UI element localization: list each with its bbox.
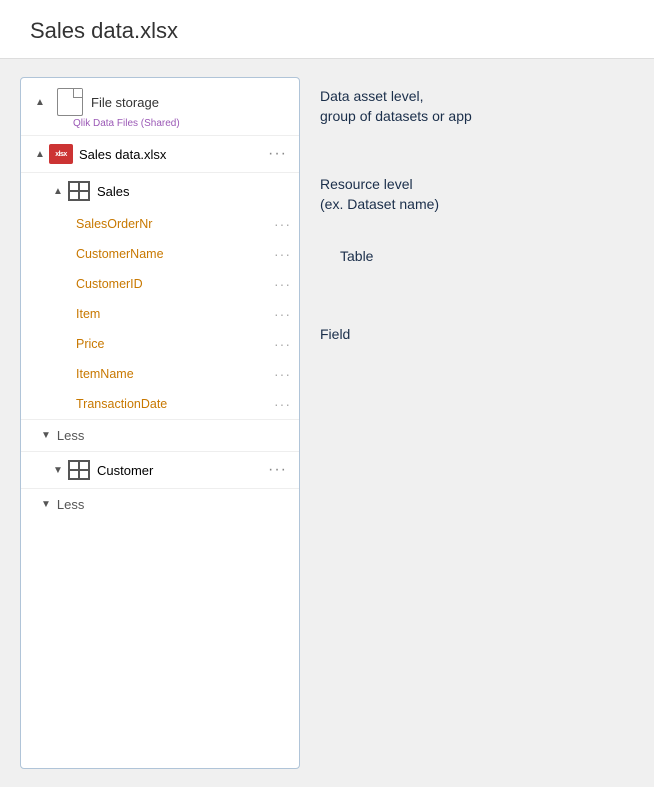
field-salesordernr: SalesOrderNr	[76, 217, 274, 231]
customer-table-label: Customer	[97, 463, 264, 478]
page-title: Sales data.xlsx	[30, 18, 624, 44]
field-row: ItemName ···	[21, 359, 299, 389]
sales-table-row[interactable]: ▲ Sales	[21, 173, 299, 209]
resource-chevron[interactable]: ▲	[31, 149, 49, 160]
resource-label: Sales data.xlsx	[79, 147, 264, 162]
annotations-area: Data asset level, group of datasets or a…	[310, 77, 634, 769]
resource-row[interactable]: ▲ xlsx Sales data.xlsx ···	[21, 136, 299, 172]
xlsx-icon: xlsx	[49, 142, 73, 166]
customer-table-icon	[67, 458, 91, 482]
field-transactiondate: TransactionDate	[76, 397, 274, 411]
main-content: ▲ File storage Qlik Data Files (Shared) …	[0, 59, 654, 787]
field-row: CustomerName ···	[21, 239, 299, 269]
file-storage-row[interactable]: ▲ File storage	[21, 78, 299, 118]
less1-label: Less	[57, 428, 84, 443]
file-storage-sublabel: Qlik Data Files (Shared)	[21, 118, 299, 135]
file-icon	[57, 88, 83, 116]
customer-table-row[interactable]: ▼ Customer ···	[21, 452, 299, 488]
sales-table-section: ▲ Sales SalesOrderNr ··· CustomerName	[21, 173, 299, 452]
table-grid-icon	[68, 181, 90, 201]
field-row: TransactionDate ···	[21, 389, 299, 419]
tree-panel: ▲ File storage Qlik Data Files (Shared) …	[20, 77, 300, 769]
less-row-2[interactable]: ▼ Less	[21, 488, 299, 520]
annotation-field: Field	[320, 325, 350, 345]
resource-section: ▲ xlsx Sales data.xlsx ···	[21, 136, 299, 173]
field-row: SalesOrderNr ···	[21, 209, 299, 239]
resource-menu[interactable]: ···	[264, 145, 291, 163]
transactiondate-menu[interactable]: ···	[274, 396, 291, 412]
item-menu[interactable]: ···	[274, 306, 291, 322]
file-storage-chevron[interactable]: ▲	[31, 97, 49, 108]
customer-table-grid-icon	[68, 460, 90, 480]
field-row: Item ···	[21, 299, 299, 329]
less-row-1[interactable]: ▼ Less	[21, 419, 299, 451]
page-header: Sales data.xlsx	[0, 0, 654, 59]
price-menu[interactable]: ···	[274, 336, 291, 352]
xlsx-badge: xlsx	[49, 144, 73, 164]
sales-table-label: Sales	[97, 184, 291, 199]
customerid-menu[interactable]: ···	[274, 276, 291, 292]
file-storage-label: File storage	[91, 95, 159, 110]
field-customerid: CustomerID	[76, 277, 274, 291]
field-row: CustomerID ···	[21, 269, 299, 299]
table-icon	[67, 179, 91, 203]
sales-chevron[interactable]: ▲	[49, 186, 67, 197]
less2-chevron: ▼	[41, 499, 51, 510]
field-price: Price	[76, 337, 274, 351]
customer-menu[interactable]: ···	[264, 461, 291, 479]
less1-chevron: ▼	[41, 430, 51, 441]
field-itemname: ItemName	[76, 367, 274, 381]
customername-menu[interactable]: ···	[274, 246, 291, 262]
file-storage-info: File storage	[91, 95, 159, 110]
less2-label: Less	[57, 497, 84, 512]
annotation-table: Table	[340, 247, 373, 267]
annotation-data-asset: Data asset level, group of datasets or a…	[320, 87, 472, 126]
customer-section: ▼ Customer ··· ▼ Less	[21, 452, 299, 520]
field-item: Item	[76, 307, 274, 321]
salesordernr-menu[interactable]: ···	[274, 216, 291, 232]
itemname-menu[interactable]: ···	[274, 366, 291, 382]
customer-chevron[interactable]: ▼	[49, 465, 67, 476]
annotation-resource: Resource level (ex. Dataset name)	[320, 175, 439, 214]
field-row: Price ···	[21, 329, 299, 359]
file-storage-section: ▲ File storage Qlik Data Files (Shared)	[21, 78, 299, 136]
field-customername: CustomerName	[76, 247, 274, 261]
